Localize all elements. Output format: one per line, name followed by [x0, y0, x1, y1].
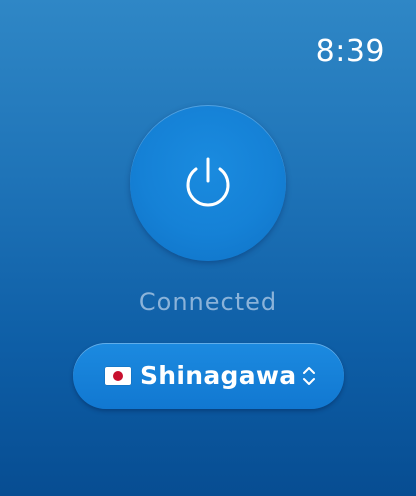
- clock-time: 8:39: [315, 34, 385, 69]
- chevron-up-down-icon: [303, 367, 315, 385]
- power-button[interactable]: [130, 105, 286, 261]
- power-icon: [186, 157, 230, 207]
- location-label: Shinagawa: [140, 361, 297, 390]
- connection-status: Connected: [138, 288, 278, 316]
- location-selector-button[interactable]: Shinagawa: [73, 343, 344, 409]
- japan-flag-icon: [105, 367, 131, 385]
